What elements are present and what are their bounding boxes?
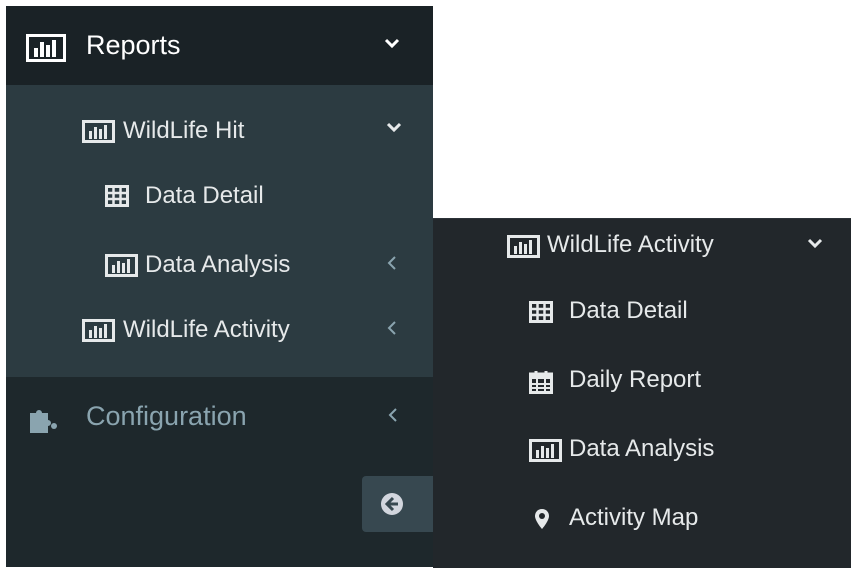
chevron-left-icon xyxy=(386,320,398,336)
puzzle-icon xyxy=(26,405,58,435)
chevron-down-icon xyxy=(386,121,402,133)
menu-configuration[interactable]: Configuration xyxy=(6,399,433,443)
chevron-left-icon xyxy=(387,407,399,423)
menu-reports[interactable]: Reports xyxy=(6,6,433,85)
menu-data-analysis-label: Data Analysis xyxy=(569,435,715,462)
calendar-icon xyxy=(529,370,553,394)
menu-activity-map-label: Activity Map xyxy=(569,504,699,531)
bar-chart-icon xyxy=(82,319,115,342)
chevron-down-icon xyxy=(807,237,823,249)
menu-wildlife-activity-label: WildLife Activity xyxy=(123,316,290,343)
menu-data-detail[interactable]: Data Detail xyxy=(433,289,851,333)
menu-wildlife-hit-label: WildLife Hit xyxy=(123,117,245,144)
menu-data-analysis-label: Data Analysis xyxy=(145,251,291,278)
chevron-down-icon xyxy=(384,37,400,49)
bar-chart-icon xyxy=(82,120,115,143)
menu-wildlife-activity[interactable]: WildLife Activity xyxy=(6,310,433,350)
menu-daily-report[interactable]: Daily Report xyxy=(433,358,851,402)
menu-wildlife-hit[interactable]: WildLife Hit xyxy=(6,111,433,151)
menu-data-detail-label: Data Detail xyxy=(145,182,264,209)
menu-reports-label: Reports xyxy=(86,30,181,60)
menu-daily-report-label: Daily Report xyxy=(569,366,702,393)
sidebar-collapse-button[interactable] xyxy=(362,476,433,532)
wildlife-activity-submenu: WildLife Activity Data Detail Daily Repo… xyxy=(433,218,851,568)
bar-chart-icon xyxy=(105,254,138,277)
table-icon xyxy=(529,301,553,323)
table-icon xyxy=(105,185,129,207)
arrow-circle-left-icon xyxy=(380,492,404,516)
menu-data-detail[interactable]: Data Detail xyxy=(6,176,433,216)
map-marker-icon xyxy=(534,508,550,530)
bar-chart-icon xyxy=(26,34,66,62)
menu-wildlife-activity-expanded[interactable]: WildLife Activity xyxy=(433,223,851,267)
bar-chart-icon xyxy=(529,439,562,462)
menu-data-analysis[interactable]: Data Analysis xyxy=(6,245,433,285)
menu-wildlife-activity-label: WildLife Activity xyxy=(547,231,714,258)
bar-chart-icon xyxy=(507,235,540,258)
left-sidebar: Reports WildLife Hit Data Detail Data An… xyxy=(6,6,433,567)
menu-configuration-label: Configuration xyxy=(86,401,247,431)
chevron-left-icon xyxy=(386,255,398,271)
menu-activity-map[interactable]: Activity Map xyxy=(433,496,851,540)
menu-data-analysis[interactable]: Data Analysis xyxy=(433,427,851,471)
menu-data-detail-label: Data Detail xyxy=(569,297,688,324)
